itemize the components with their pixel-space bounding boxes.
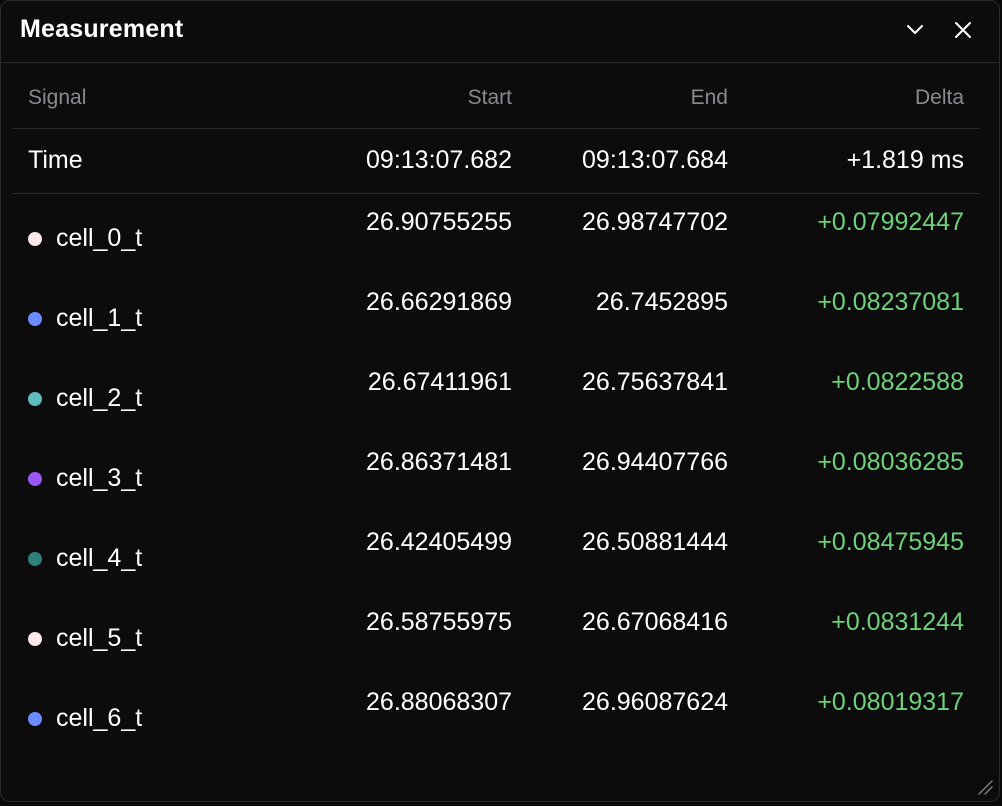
start-value: 26.67411961 (367, 368, 512, 396)
resize-grip-icon[interactable] (975, 777, 993, 795)
signal-name: cell_4_t (56, 544, 143, 572)
end-value: 26.94407766 (582, 448, 728, 476)
end-value: 26.75637841 (582, 368, 728, 396)
header-signal[interactable]: Signal (12, 82, 222, 110)
signal-color-dot (28, 551, 42, 566)
table-row[interactable]: cell_3_t 26.86371481 26.94407766 +0.0803… (12, 434, 980, 514)
signal-cell: cell_3_t (12, 434, 222, 493)
signal-name: cell_0_t (56, 224, 143, 252)
end-value: 26.96087624 (582, 688, 728, 716)
panel-titlebar: Measurement (1, 1, 999, 63)
signal-name: cell_1_t (56, 304, 143, 332)
table-row[interactable]: cell_1_t 26.66291869 26.7452895 +0.08237… (12, 274, 980, 354)
delta-value: +0.0831244 (831, 608, 964, 636)
table-row[interactable]: cell_6_t 26.88068307 26.96087624 +0.0801… (12, 674, 980, 754)
start-value: 26.42405499 (366, 528, 512, 556)
start-value: 26.58755975 (366, 608, 512, 636)
header-start[interactable]: Start (222, 82, 512, 110)
close-icon[interactable] (947, 14, 979, 46)
start-value: 26.90755255 (366, 208, 512, 236)
signal-cell: cell_0_t (12, 194, 222, 253)
end-value: 26.50881444 (582, 528, 728, 556)
delta-value: +0.08036285 (817, 448, 964, 476)
time-delta: +1.819 ms (846, 145, 964, 174)
signal-cell: cell_4_t (12, 514, 222, 573)
delta-value: +0.08237081 (817, 288, 964, 316)
signal-color-dot (28, 471, 42, 486)
time-row: Time 09:13:07.682 09:13:07.684 +1.819 ms (12, 129, 980, 194)
signal-color-dot (28, 311, 42, 326)
signal-cell: cell_2_t (12, 354, 222, 413)
delta-value: +0.07992447 (817, 208, 964, 236)
delta-value: +0.0822588 (831, 368, 964, 396)
end-value: 26.67068416 (582, 608, 728, 636)
start-value: 26.66291869 (366, 288, 512, 316)
chevron-down-icon[interactable] (899, 14, 931, 46)
signal-cell: cell_6_t (12, 674, 222, 733)
signal-color-dot (28, 391, 42, 406)
table-header-row: Signal Start End Delta (12, 63, 980, 129)
signal-color-dot (28, 631, 42, 646)
table-row[interactable]: cell_5_t 26.58755975 26.67068416 +0.0831… (12, 594, 980, 674)
signal-name: cell_2_t (56, 384, 143, 412)
measurement-table: Signal Start End Delta Time 09:13:07.682… (12, 63, 980, 754)
signal-name: cell_5_t (56, 624, 143, 652)
measurement-panel: Measurement Signal Start End Delta Time … (0, 0, 1000, 802)
end-value: 26.98747702 (582, 208, 728, 236)
time-label: Time (28, 145, 83, 174)
signal-name: cell_3_t (56, 464, 143, 492)
start-value: 26.86371481 (366, 448, 512, 476)
signal-cell: cell_1_t (12, 274, 222, 333)
table-row[interactable]: cell_2_t 26.67411961 26.75637841 +0.0822… (12, 354, 980, 434)
table-row[interactable]: cell_0_t 26.90755255 26.98747702 +0.0799… (12, 194, 980, 274)
table-row[interactable]: cell_4_t 26.42405499 26.50881444 +0.0847… (12, 514, 980, 594)
panel-title: Measurement (20, 15, 184, 43)
delta-value: +0.08475945 (817, 528, 964, 556)
time-end: 09:13:07.684 (582, 145, 728, 174)
signal-name: cell_6_t (56, 704, 143, 732)
signal-color-dot (28, 231, 42, 246)
delta-value: +0.08019317 (817, 688, 964, 716)
end-value: 26.7452895 (595, 288, 728, 316)
signal-color-dot (28, 711, 42, 726)
signal-cell: cell_5_t (12, 594, 222, 653)
start-value: 26.88068307 (366, 688, 512, 716)
header-end[interactable]: End (512, 82, 728, 110)
header-delta[interactable]: Delta (728, 82, 964, 110)
time-start: 09:13:07.682 (366, 145, 512, 174)
